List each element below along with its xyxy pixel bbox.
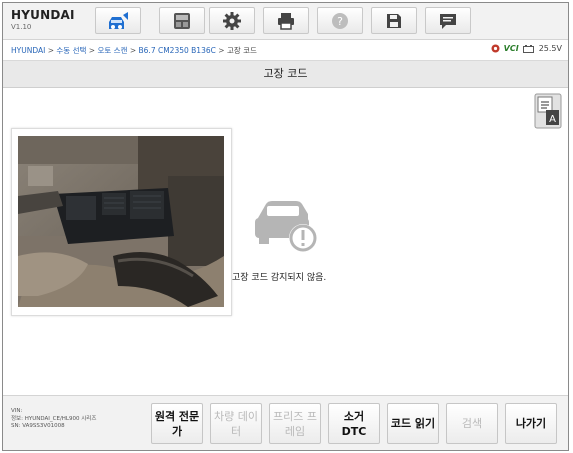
main-content: A 고장 코드 감지되지 않음.	[3, 88, 568, 394]
vehicle-switch-button[interactable]	[159, 7, 205, 34]
read-codes-button[interactable]: 코드 읽기	[387, 403, 439, 444]
brand: HYUNDAI V1.10	[11, 8, 75, 31]
car-home-icon	[109, 11, 128, 29]
top-toolbar: HYUNDAI V1.10 ?	[3, 3, 568, 40]
breadcrumb-separator: >	[218, 46, 225, 55]
status-area: VCI 25.5V	[491, 44, 562, 53]
home-button[interactable]	[95, 7, 141, 34]
search-button[interactable]: 검색	[446, 403, 498, 444]
gear-icon	[223, 11, 241, 30]
serial-number: SN: VA9SS3V01008	[11, 423, 65, 429]
battery-voltage: 25.5V	[538, 44, 562, 53]
vehicle-info: VIN: 정보: HYUNDAI_CE/HL900 시리즈 SN: VA9SS3…	[11, 408, 96, 431]
title-bar: 고장 코드	[3, 61, 568, 88]
ecu-photo	[18, 136, 224, 307]
breadcrumb-separator: >	[88, 46, 96, 55]
freeze-frame-button[interactable]: 프리즈 프레임	[269, 403, 321, 444]
no-fault-car-icon	[255, 201, 317, 252]
clear-dtc-button[interactable]: 소거 DTC	[328, 403, 380, 444]
exit-button[interactable]: 나가기	[505, 403, 557, 444]
breadcrumb-item-auto-scan[interactable]: 오토 스캔	[97, 46, 127, 55]
translate-button[interactable]: A	[534, 93, 562, 129]
page-title: 고장 코드	[263, 67, 308, 80]
breadcrumb-item-manual-select[interactable]: 수동 선택	[56, 46, 86, 55]
breadcrumb-item-module[interactable]: B6.7 CM2350 B136C	[139, 46, 216, 55]
save-button[interactable]	[371, 7, 417, 34]
bottom-bar: VIN: 정보: HYUNDAI_CE/HL900 시리즈 SN: VA9SS3…	[3, 395, 568, 450]
app-window: HYUNDAI V1.10 ? HYUNDAI > 수동 선택 > 오토 스캔 …	[2, 2, 569, 451]
vehicle-switch-icon	[174, 12, 190, 29]
info-line: 정보: HYUNDAI_CE/HL900 시리즈	[11, 415, 97, 422]
message-icon	[440, 13, 456, 29]
translate-icon: A	[534, 93, 562, 129]
breadcrumb-item-brand[interactable]: HYUNDAI	[11, 46, 45, 55]
print-button[interactable]	[263, 7, 309, 34]
help-button[interactable]: ?	[317, 7, 363, 34]
no-fault-message: 고장 코드 감지되지 않음.	[232, 273, 327, 283]
version-label: V1.10	[11, 23, 32, 31]
svg-text:?: ?	[337, 15, 343, 28]
printer-icon	[278, 12, 294, 30]
record-icon	[491, 44, 500, 53]
breadcrumb-bar: HYUNDAI > 수동 선택 > 오토 스캔 > B6.7 CM2350 B1…	[3, 40, 568, 61]
vci-status-label: VCI	[503, 44, 519, 53]
breadcrumb-item-current: 고장 코드	[226, 46, 257, 55]
remote-expert-button[interactable]: 원격 전문가	[151, 403, 203, 444]
help-icon: ?	[332, 12, 348, 29]
save-icon	[387, 13, 401, 28]
message-button[interactable]	[425, 7, 471, 34]
breadcrumb-separator: >	[129, 46, 137, 55]
component-photo-card	[11, 128, 232, 316]
svg-text:A: A	[549, 114, 556, 125]
vehicle-data-button[interactable]: 차량 데이터	[210, 403, 262, 444]
settings-button[interactable]	[209, 7, 255, 34]
breadcrumb-separator: >	[47, 46, 54, 55]
breadcrumb: HYUNDAI > 수동 선택 > 오토 스캔 > B6.7 CM2350 B1…	[11, 45, 257, 56]
brand-name: HYUNDAI	[11, 8, 75, 22]
battery-icon	[522, 44, 534, 53]
vin-label: VIN:	[11, 408, 23, 414]
